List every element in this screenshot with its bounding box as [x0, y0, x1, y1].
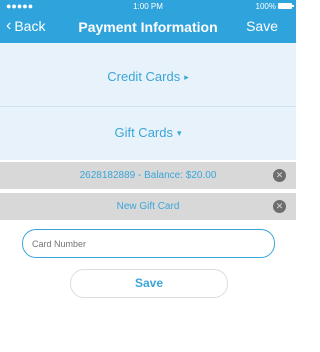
- status-time: 1:00 PM: [133, 2, 163, 11]
- gift-cards-section[interactable]: Gift Cards ▾: [0, 107, 296, 160]
- close-circle-icon[interactable]: ✕: [273, 200, 286, 213]
- battery-icon: [278, 3, 294, 9]
- save-nav-button[interactable]: Save: [246, 18, 278, 34]
- navigation-bar: ‹ Back Payment Information Save: [0, 14, 296, 42]
- battery-percent: 100%: [255, 2, 276, 11]
- credit-cards-label: Credit Cards ▸: [107, 69, 189, 84]
- gift-card-label: 2628182889 - Balance: $20.00: [79, 170, 217, 181]
- credit-cards-section[interactable]: Credit Cards ▸: [0, 43, 296, 107]
- triangle-down-icon: ▾: [176, 128, 182, 138]
- close-circle-icon[interactable]: ✕: [273, 169, 286, 182]
- triangle-right-icon: ▸: [184, 72, 189, 82]
- save-button[interactable]: Save: [70, 269, 228, 298]
- new-gift-card-row[interactable]: New Gift Card ✕: [0, 193, 296, 220]
- status-bar: ●●●●● 1:00 PM 100%: [0, 0, 296, 12]
- new-gift-card-label: New Gift Card: [116, 201, 180, 212]
- top-bar: ●●●●● 1:00 PM 100% ‹ Back Payment Inform…: [0, 0, 296, 43]
- gift-card-row[interactable]: 2628182889 - Balance: $20.00 ✕: [0, 162, 296, 189]
- gift-cards-label: Gift Cards ▾: [114, 125, 182, 140]
- card-number-input[interactable]: [22, 229, 275, 258]
